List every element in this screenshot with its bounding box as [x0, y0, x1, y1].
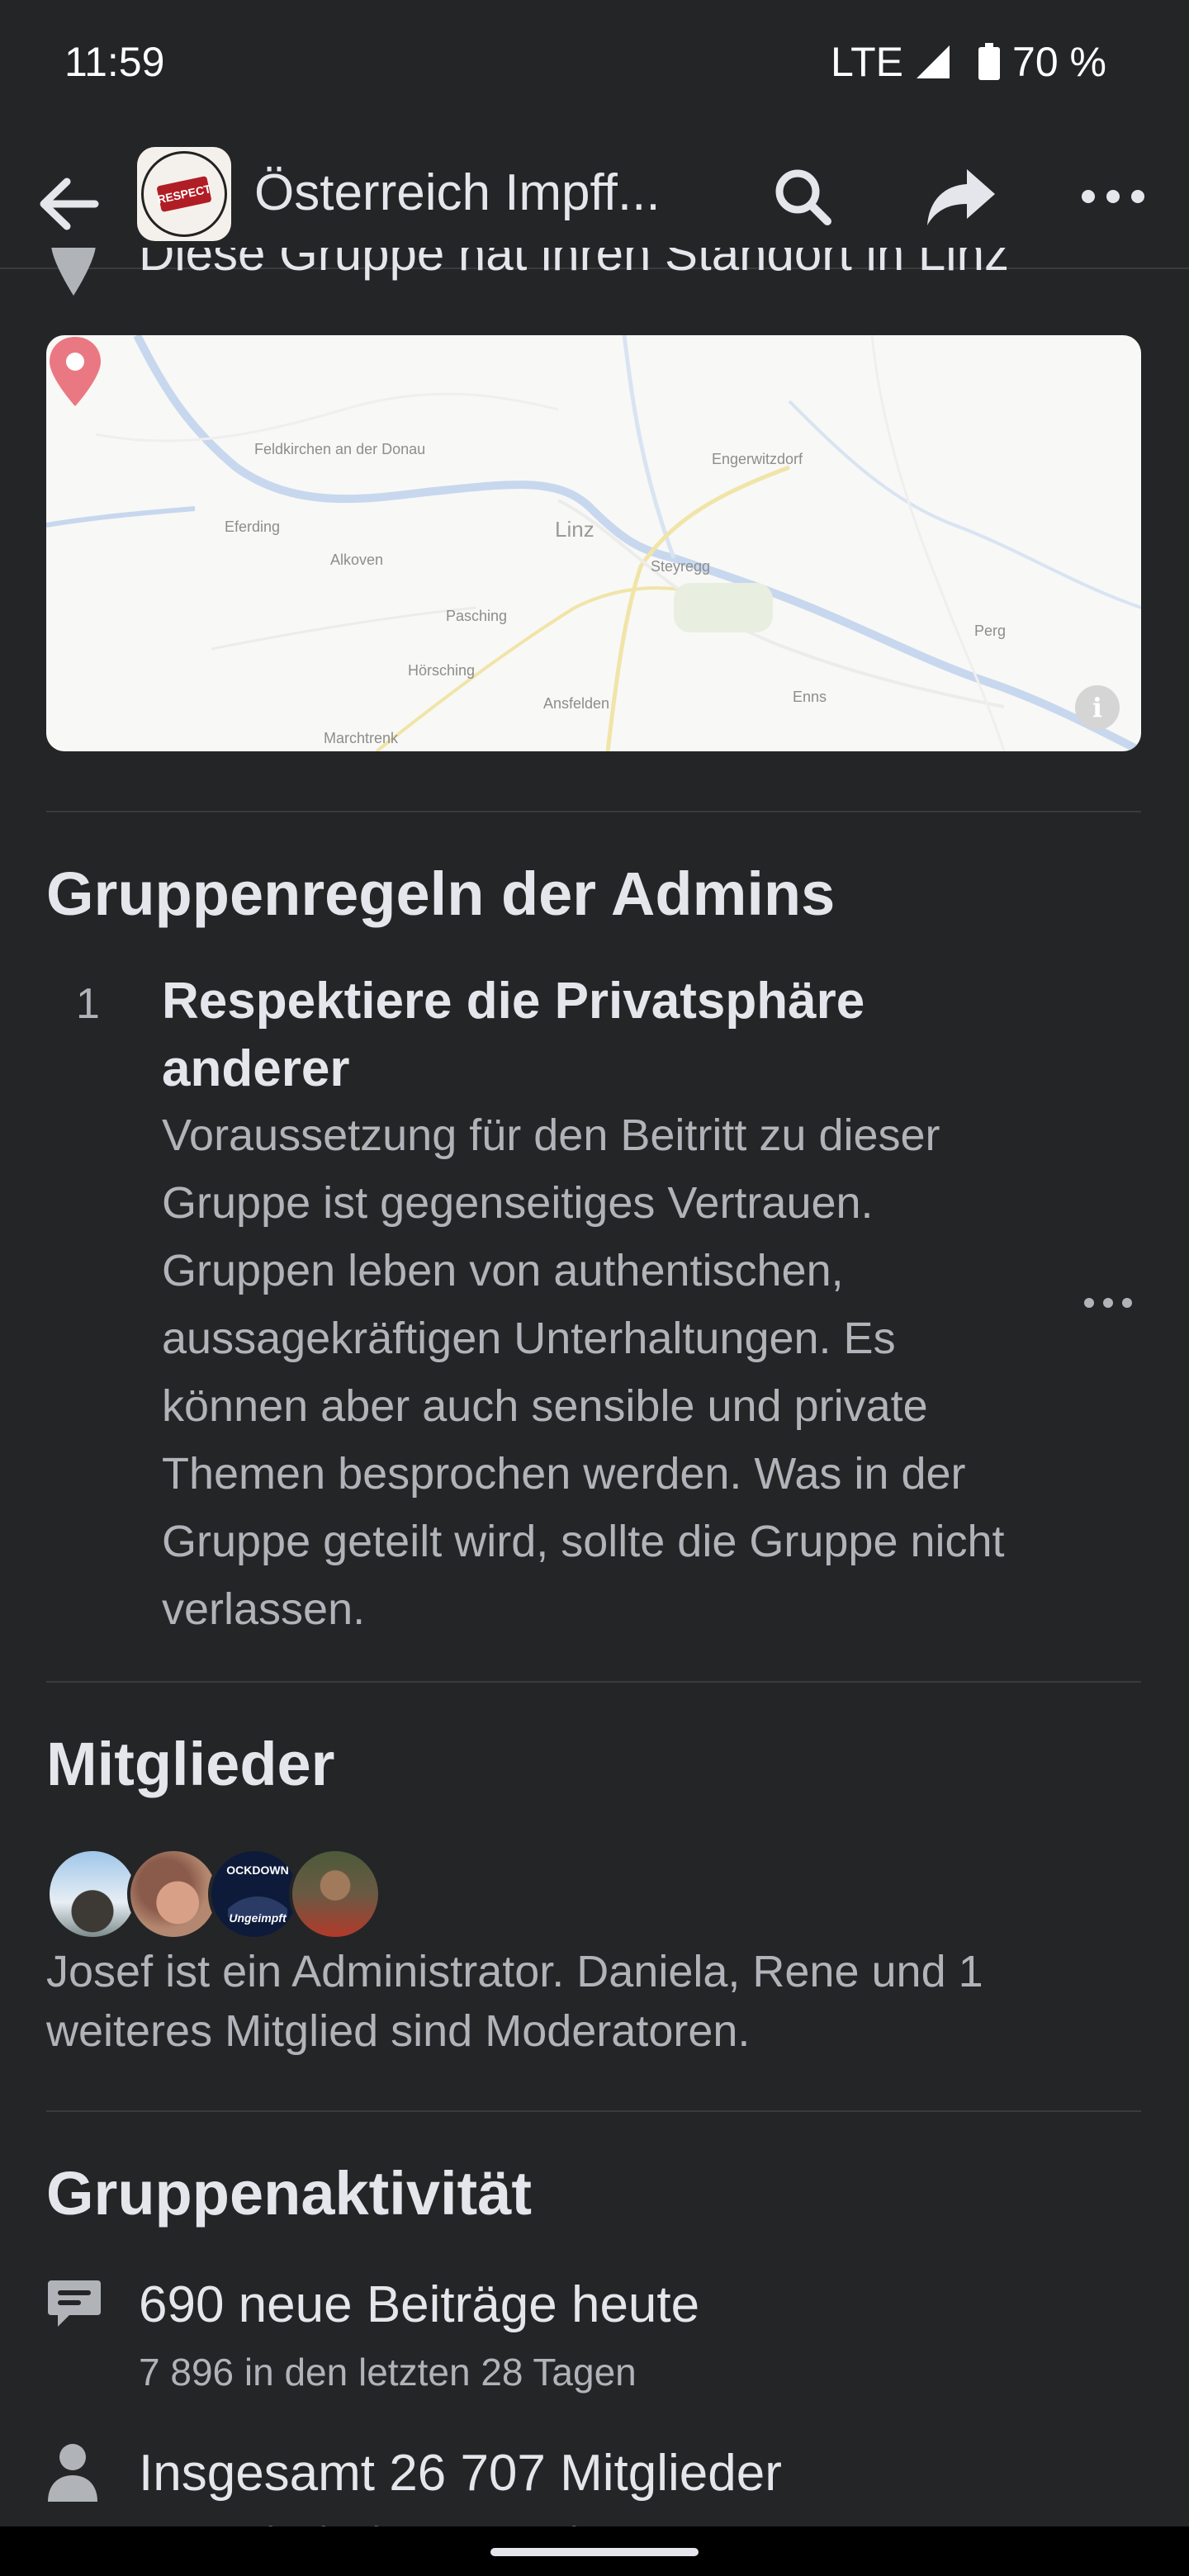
posts-28-days: 7 896 in den letzten 28 Tagen — [139, 2351, 637, 2394]
avatar[interactable] — [289, 1848, 381, 1940]
map-label-hoersching: Hörsching — [408, 662, 476, 679]
map-label-pasching: Pasching — [446, 608, 508, 624]
share-icon — [927, 169, 995, 225]
members-heading: Mitglieder — [46, 1730, 335, 1798]
map-label-feldkirchen: Feldkirchen an der Donau — [254, 441, 426, 457]
battery-icon — [978, 43, 1001, 80]
status-time: 11:59 — [64, 39, 165, 85]
divider — [46, 1681, 1141, 1683]
location-text: Diese Gruppe hat ihren Standort in Linz — [139, 248, 1009, 281]
map-label-steyregg: Steyregg — [651, 558, 711, 575]
divider — [46, 2110, 1141, 2112]
avatar[interactable] — [127, 1848, 220, 1940]
avatar[interactable]: OCKDOWN Ungeimpft — [208, 1848, 301, 1940]
activity-heading: Gruppenaktivität — [46, 2159, 532, 2228]
info-icon[interactable]: i — [1075, 685, 1120, 730]
status-bar: 11:59 LTE 70 % — [0, 0, 1189, 124]
map-label-enns: Enns — [793, 689, 827, 705]
person-icon — [48, 2444, 97, 2502]
back-button[interactable] — [33, 168, 104, 239]
back-arrow-icon — [40, 178, 99, 230]
signal-icon — [917, 45, 950, 78]
rule-more-button[interactable] — [1073, 1278, 1143, 1328]
group-avatar[interactable]: RESPECT — [137, 147, 231, 241]
more-button[interactable] — [1073, 162, 1153, 231]
avatar-badge: OCKDOWN Ungeimpft — [226, 1863, 288, 1925]
battery-level: 70 % — [1012, 39, 1106, 85]
status-right: LTE 70 % — [831, 38, 1106, 86]
location-pin-icon — [51, 248, 96, 296]
avatar-badge-text: OCKDOWN — [226, 1863, 288, 1877]
chat-icon — [48, 2280, 101, 2327]
map-label-perg: Perg — [974, 623, 1007, 639]
map-label-eferding: Eferding — [225, 519, 281, 535]
rule-title: Respektiere die Privatsphäre anderer — [162, 973, 865, 1097]
map-label-marchtrenk: Marchtrenk — [324, 730, 399, 746]
avatar[interactable] — [46, 1848, 139, 1940]
map-label-linz: Linz — [555, 517, 594, 542]
search-button[interactable] — [768, 162, 837, 231]
group-title[interactable]: Österreich Impff... — [254, 163, 661, 222]
divider — [46, 811, 1141, 812]
location-row: Diese Gruppe hat ihren Standort in Linz — [0, 248, 1189, 297]
map-label-engerwitzdorf: Engerwitzdorf — [712, 451, 803, 467]
group-avatar-ring: RESPECT — [141, 151, 227, 237]
map-background — [46, 335, 1141, 751]
posts-today: 690 neue Beiträge heute — [139, 2276, 700, 2333]
members-description: Josef ist ein Administrator. Daniela, Re… — [46, 1947, 983, 2056]
map-label-alkoven: Alkoven — [330, 552, 384, 568]
network-label: LTE — [831, 39, 904, 85]
system-nav-bar — [0, 2526, 1189, 2576]
rule-body: Voraussetzung für den Beitritt zu dieser… — [162, 1110, 1005, 1634]
total-members: Insgesamt 26 707 Mitglieder — [139, 2445, 782, 2502]
map-label-ansfelden: Ansfelden — [543, 695, 610, 712]
more-icon — [1084, 1298, 1132, 1308]
avatar-badge-sub: Ungeimpft — [229, 1911, 287, 1925]
share-button[interactable] — [921, 162, 1001, 231]
home-indicator[interactable] — [490, 2548, 699, 2556]
rules-heading: Gruppenregeln der Admins — [46, 859, 836, 928]
search-icon — [775, 169, 831, 225]
rule-number: 1 — [76, 980, 100, 1028]
more-icon — [1082, 190, 1144, 203]
map-pin-icon — [50, 337, 101, 406]
map-card[interactable]: Feldkirchen an der Donau Engerwitzdorf E… — [46, 335, 1141, 751]
member-avatars[interactable]: OCKDOWN Ungeimpft — [46, 1848, 381, 1940]
group-avatar-stamp: RESPECT — [156, 175, 212, 213]
